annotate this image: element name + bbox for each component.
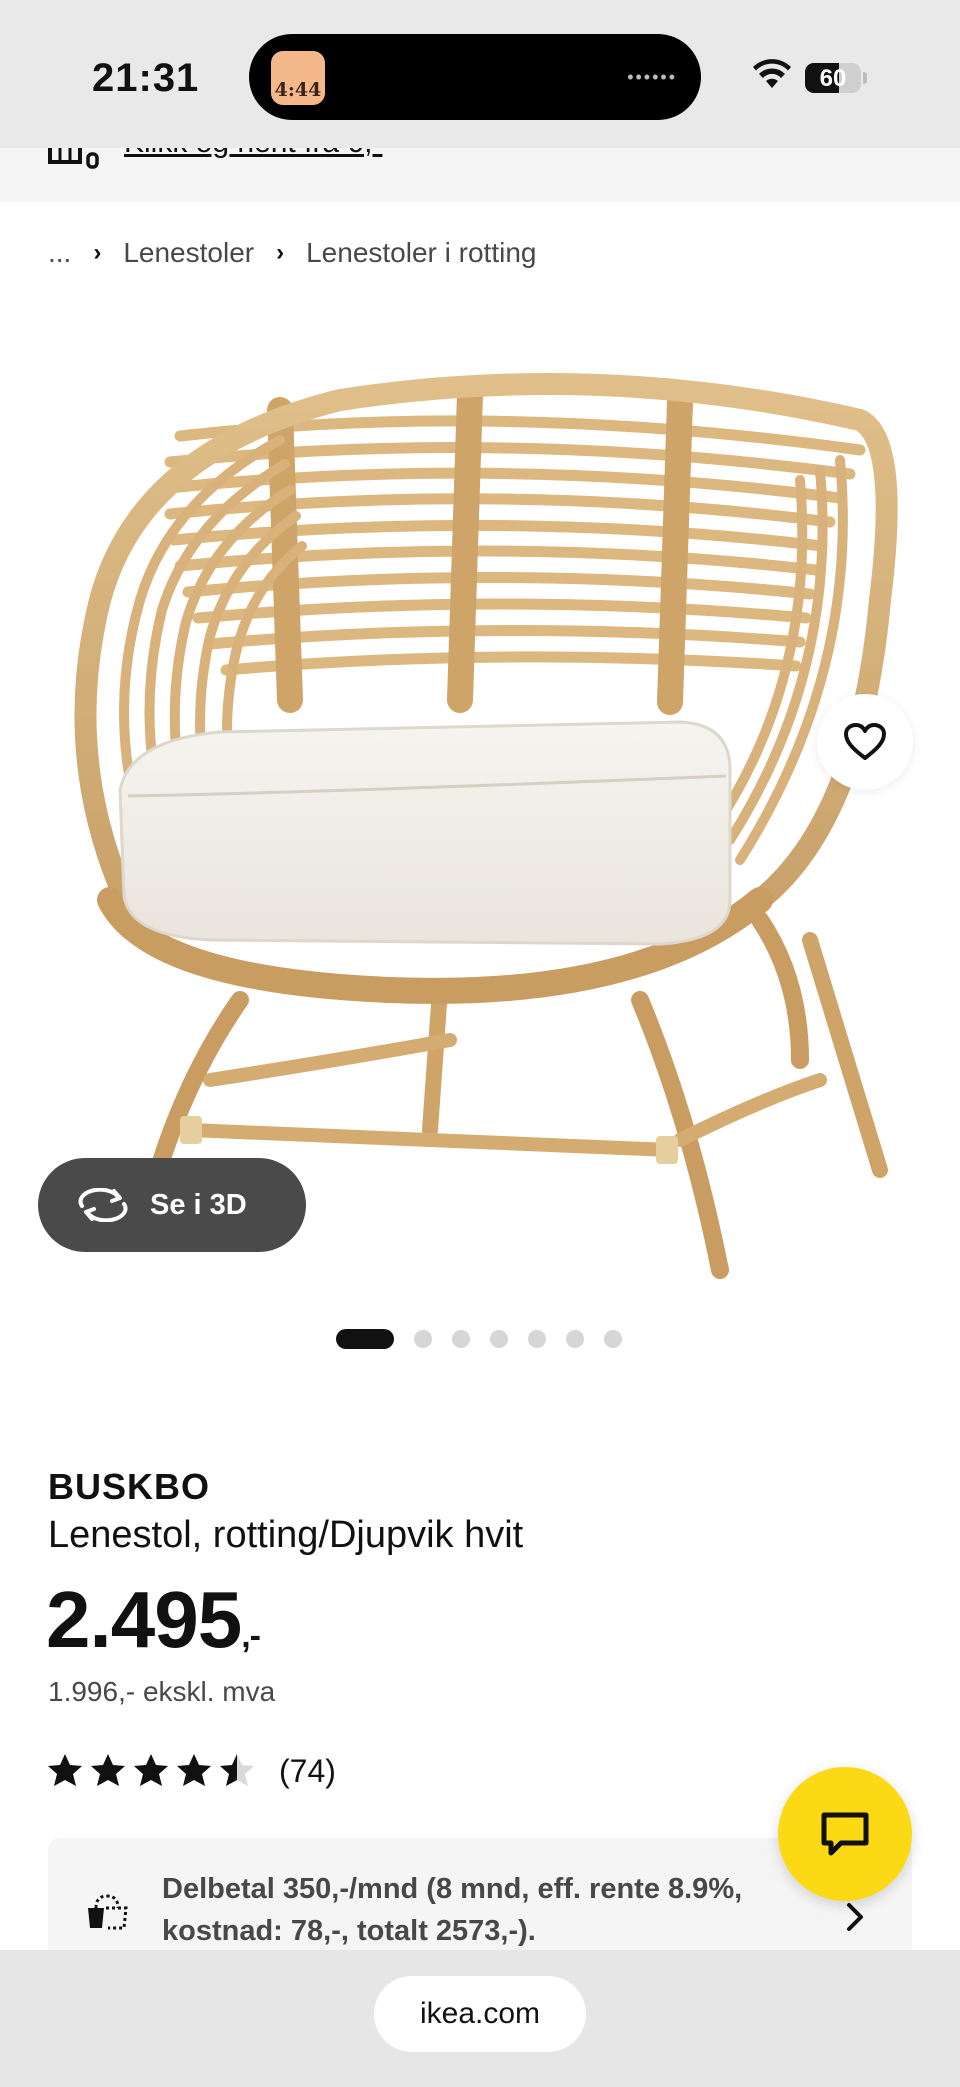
truck-icon [48,148,99,169]
chevron-right-icon [847,1903,863,1931]
chat-icon [821,1812,869,1856]
carousel-dot[interactable] [604,1330,622,1348]
view-3d-label: Se i 3D [150,1188,247,1221]
product-brand: BUSKBO [48,1466,211,1507]
rating-count: (74) [279,1752,336,1789]
browser-bottom-bar: ikea.com [0,1950,960,2087]
rotate-3d-icon [78,1188,128,1222]
carousel-dot[interactable] [528,1330,546,1348]
battery-icon: 60 [805,63,861,93]
carousel-dot[interactable] [490,1330,508,1348]
product-price: 2.495,- [46,1574,261,1666]
breadcrumb: ... › Lenestoler › Lenestoler i rotting [48,236,536,270]
carousel-dot[interactable] [566,1330,584,1348]
financing-text: Delbetal 350,-/mnd (8 mnd, eff. rente 8.… [162,1873,743,1947]
carousel-pagination [336,1329,622,1349]
wifi-icon [753,59,791,88]
price-suffix: ,- [241,1617,261,1655]
carousel-dot[interactable] [336,1329,394,1349]
star-icon [91,1754,125,1786]
status-bar: 21:31 4:44 •••••• 60 [0,0,960,148]
carousel-dot[interactable] [414,1330,432,1348]
island-app-time: 4:44 [274,79,322,101]
carousel-dot[interactable] [452,1330,470,1348]
product-rating[interactable]: (74) [46,1752,336,1790]
battery-percent: 60 [819,65,847,92]
price-ex-vat: 1.996,- ekskl. mva [48,1676,276,1707]
address-bar[interactable]: ikea.com [374,1976,586,2052]
heart-icon [844,723,886,760]
breadcrumb-ellipsis[interactable]: ... [48,237,71,269]
product-image [74,373,898,1279]
star-icon [177,1754,211,1786]
favorite-button[interactable] [817,694,913,790]
star-icon [134,1754,168,1786]
star-icon [48,1754,82,1786]
view-3d-button[interactable]: Se i 3D [38,1158,306,1252]
breadcrumb-armchairs[interactable]: Lenestoler [123,237,254,269]
dynamic-island: 4:44 •••••• [249,34,701,120]
island-waveform-icon: •••••• [627,67,677,87]
click-collect-banner[interactable]: Klikk og hent fra 0,- [0,148,960,202]
installment-icon [88,1894,128,1930]
battery-cap [863,72,867,84]
promo-link[interactable]: Klikk og hent fra 0,- [124,148,382,160]
star-icon [220,1754,254,1786]
price-value: 2.495 [46,1575,242,1664]
breadcrumb-rattan-armchairs[interactable]: Lenestoler i rotting [306,237,536,269]
chevron-right-icon: › [276,239,285,266]
rating-stars [46,1752,261,1790]
chat-button[interactable] [778,1767,912,1901]
timer-app-icon: 4:44 [271,51,325,105]
chevron-right-icon: › [93,239,102,266]
status-time: 21:31 [92,56,200,100]
product-description: Lenestol, rotting/Djupvik hvit [48,1514,524,1556]
